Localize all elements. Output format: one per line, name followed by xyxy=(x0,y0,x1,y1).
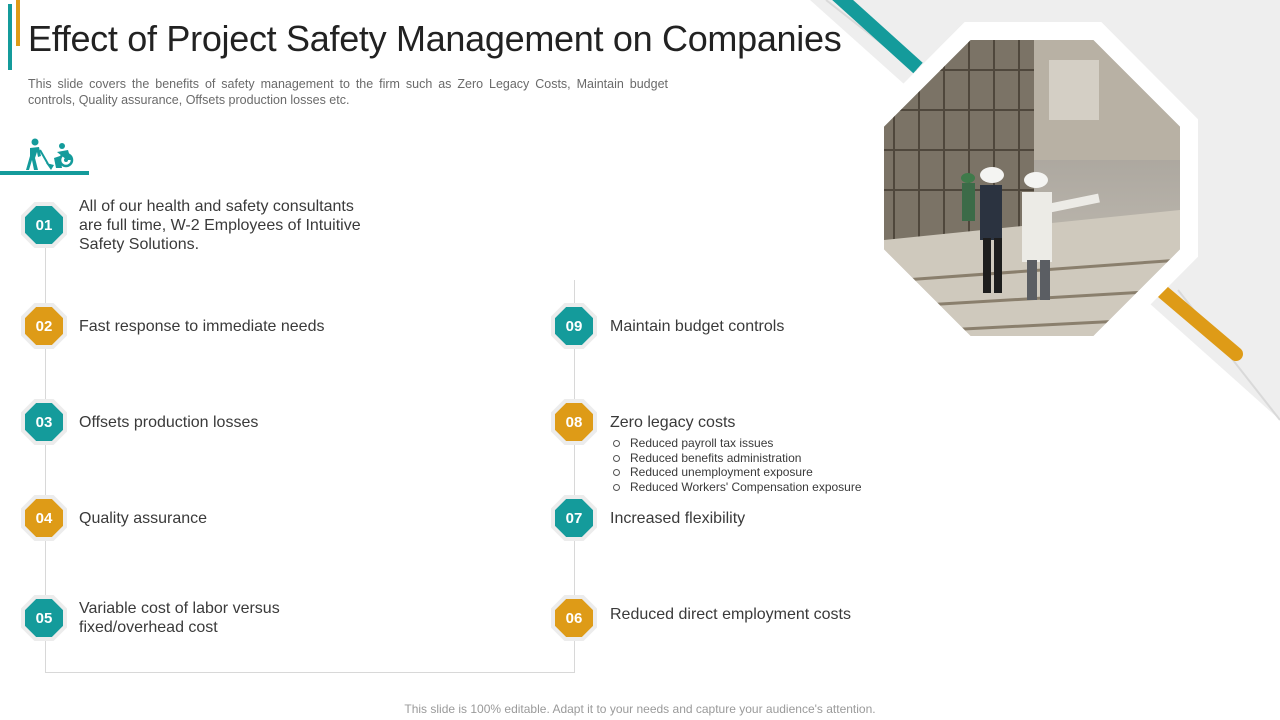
item-07-text: Increased flexibility xyxy=(610,510,746,527)
badge-08: 08 xyxy=(551,399,597,445)
item-08-sublist: Reduced payroll tax issues Reduced benef… xyxy=(610,436,910,494)
title-accent-gold xyxy=(16,0,20,46)
construction-workers-icon xyxy=(26,138,74,170)
sublist-item: Reduced benefits administration xyxy=(610,451,910,466)
timeline-line-bottom xyxy=(45,672,575,673)
item-03-text: Offsets production losses xyxy=(79,414,259,431)
badge-07: 07 xyxy=(551,495,597,541)
item-02-text: Fast response to immediate needs xyxy=(79,318,325,335)
badge-01: 01 xyxy=(21,202,67,248)
page-subtitle: This slide covers the benefits of safety… xyxy=(28,77,668,107)
sublist-item: Reduced payroll tax issues xyxy=(610,436,910,451)
item-05-text: Variable cost of labor versus fixed/over… xyxy=(79,600,280,636)
item-09-text: Maintain budget controls xyxy=(610,318,785,335)
teal-diagonal-bar xyxy=(832,0,923,74)
item-08-block: Zero legacy costs Reduced payroll tax is… xyxy=(610,413,910,494)
item-01-text: All of our health and safety consultants… xyxy=(79,198,361,253)
badge-09: 09 xyxy=(551,303,597,349)
item-08-text: Zero legacy costs xyxy=(610,414,736,431)
badge-03: 03 xyxy=(21,399,67,445)
page-title: Effect of Project Safety Management on C… xyxy=(28,18,842,59)
badge-05: 05 xyxy=(21,595,67,641)
item-06-text: Reduced direct employment costs xyxy=(610,606,851,623)
footer-note: This slide is 100% editable. Adapt it to… xyxy=(404,702,876,716)
item-04-text: Quality assurance xyxy=(79,510,208,527)
sublist-item: Reduced unemployment exposure xyxy=(610,465,910,480)
gold-diagonal-bar xyxy=(1156,285,1243,361)
badge-06: 06 xyxy=(551,595,597,641)
badge-02: 02 xyxy=(21,303,67,349)
sublist-item: Reduced Workers' Compensation exposure xyxy=(610,480,910,495)
construction-site-photo xyxy=(884,40,1180,336)
title-accent-teal xyxy=(8,4,12,70)
badge-04: 04 xyxy=(21,495,67,541)
worker-underline xyxy=(0,171,89,175)
